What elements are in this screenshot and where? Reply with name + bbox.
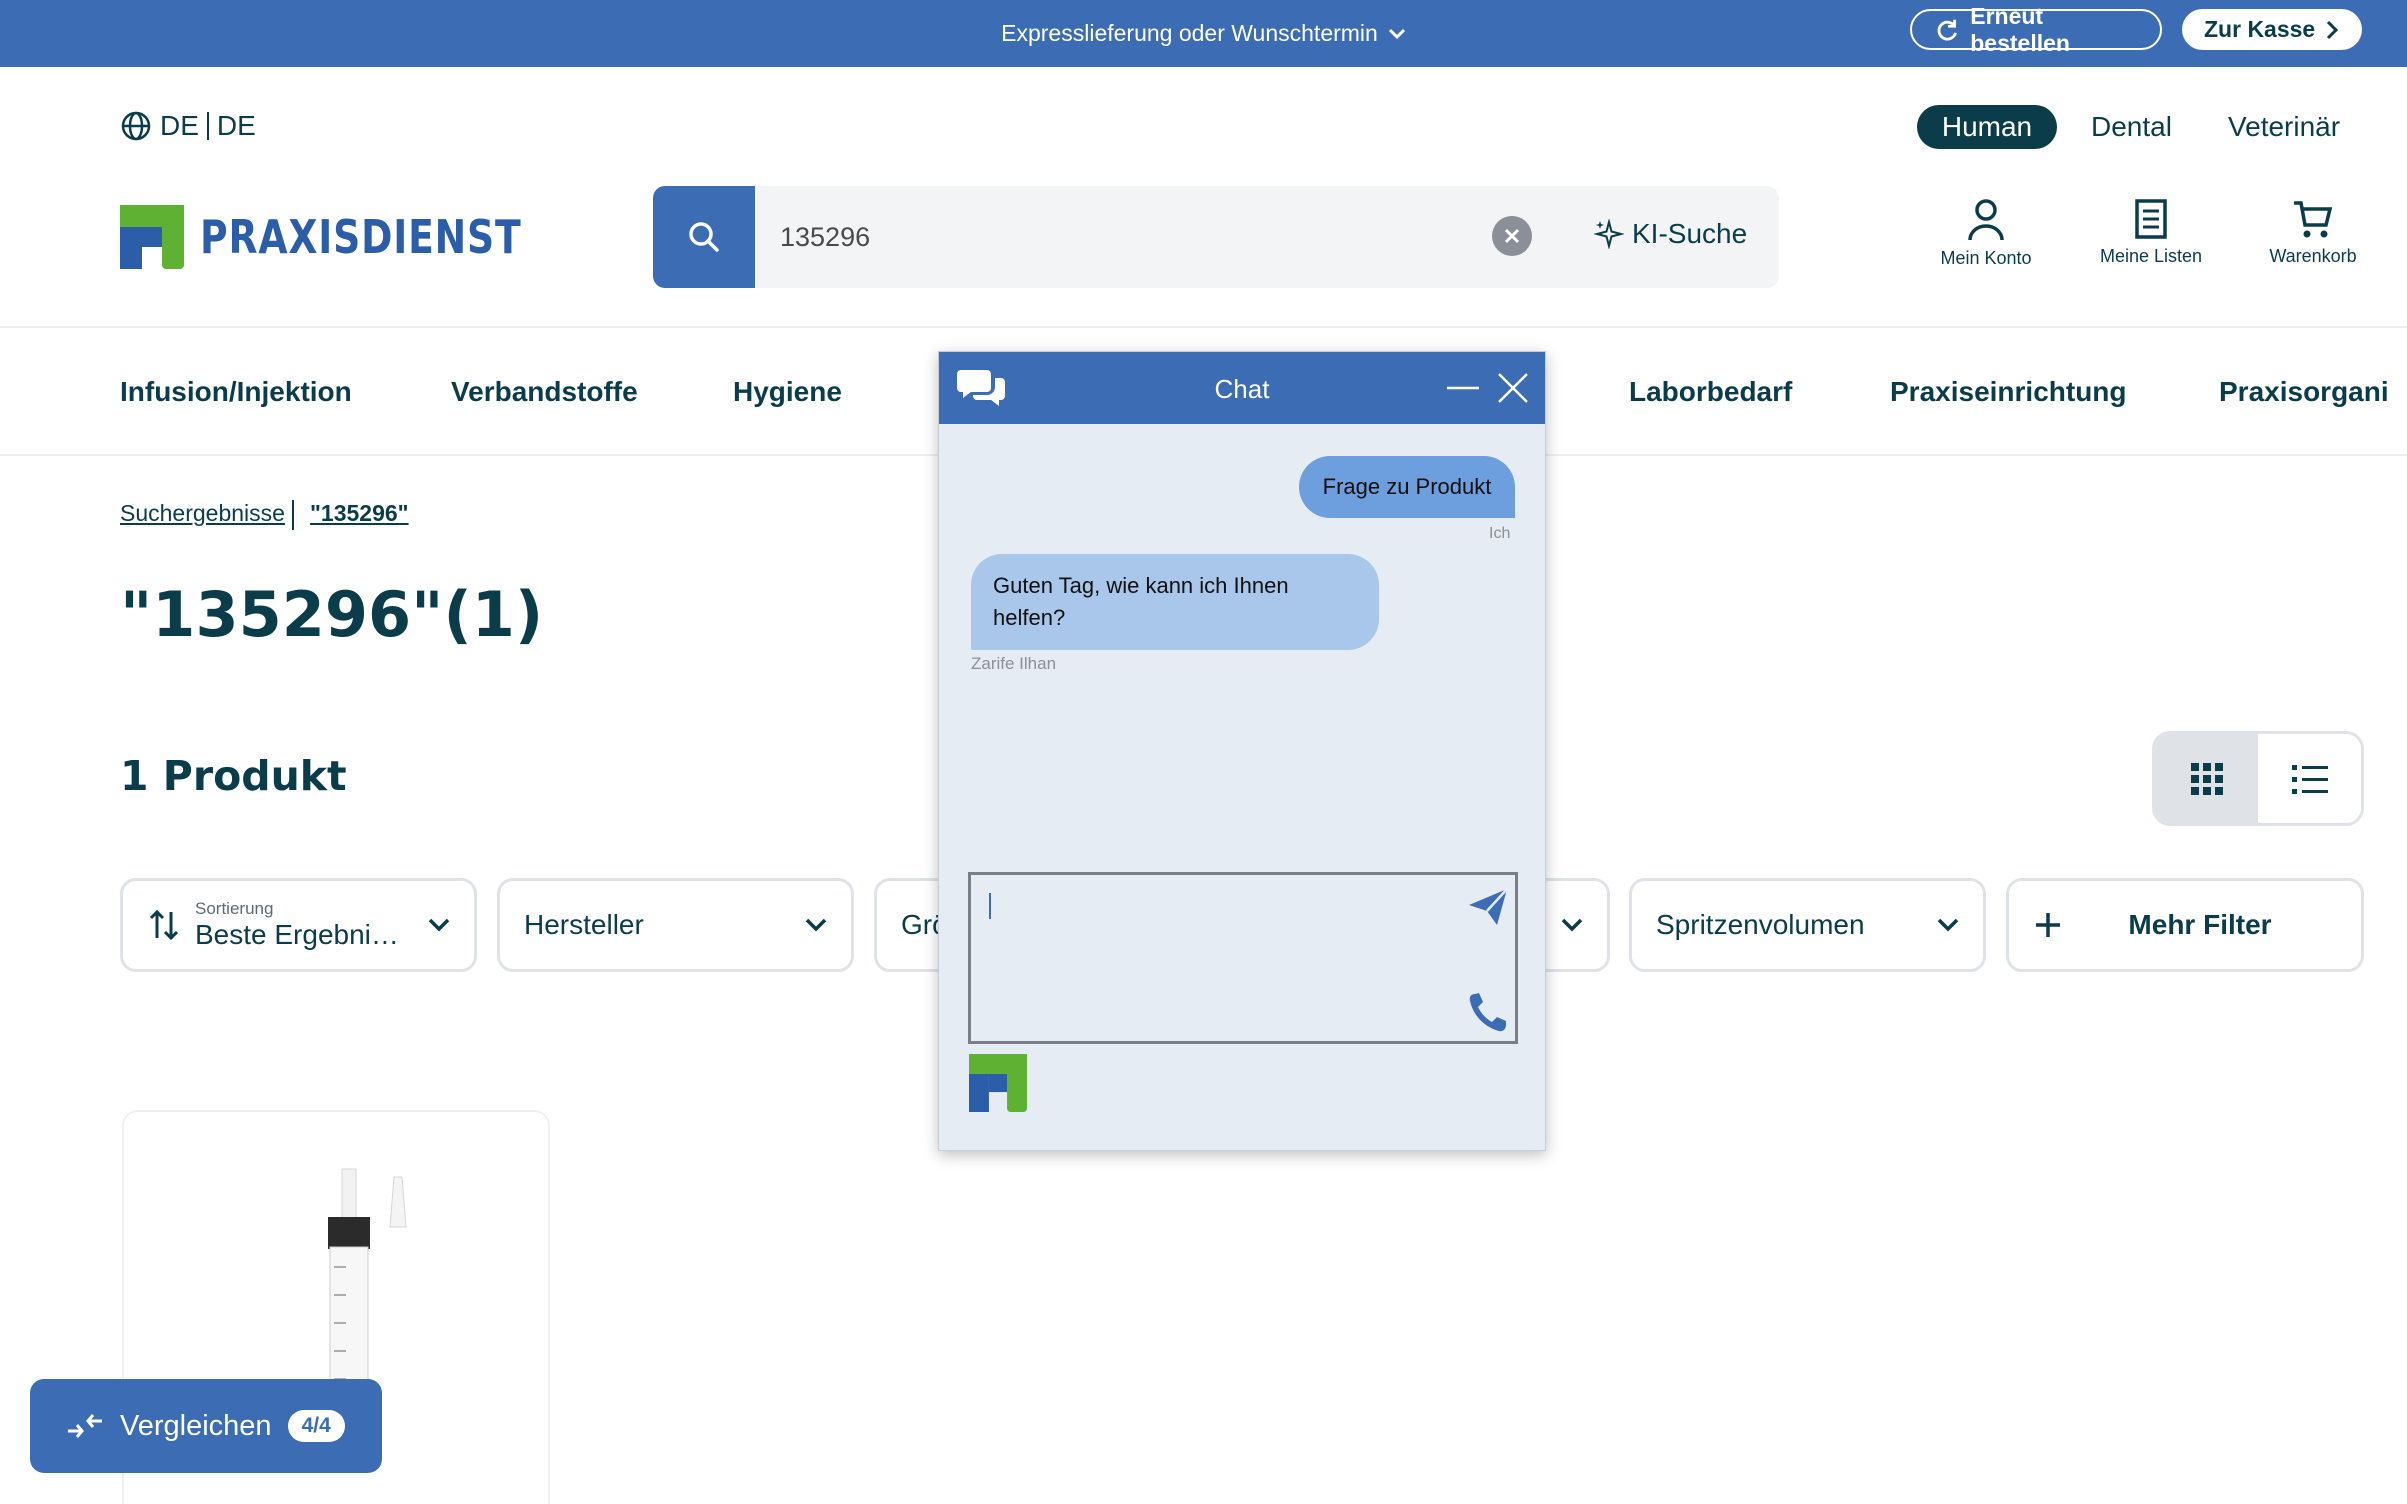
agent-message-sender: Zarife Ilhan (971, 654, 1057, 673)
search-button[interactable] (653, 186, 755, 288)
segment-human[interactable]: Human (1917, 105, 2057, 149)
segment-dental[interactable]: Dental (2091, 105, 2172, 149)
sort-value: Beste Ergebni… (195, 919, 399, 950)
chat-window: Chat Frage zu Produkt Ich Guten Tag, wie… (938, 351, 1546, 1151)
sort-labels: Sortierung Beste Ergebni… (195, 899, 428, 951)
user-message-sender: Ich (1489, 525, 1511, 542)
chevron-down-icon (1388, 28, 1405, 39)
search-input[interactable] (780, 206, 1460, 268)
category-praxiseinrichtung[interactable]: Praxiseinrichtung (1890, 376, 2127, 408)
more-filters-button[interactable]: Mehr Filter (2006, 878, 2364, 972)
manufacturer-label: Hersteller (524, 909, 644, 940)
sort-dropdown[interactable]: Sortierung Beste Ergebni… (120, 878, 477, 972)
compare-count-badge: 4/4 (287, 1410, 345, 1442)
clear-search-button[interactable] (1492, 216, 1532, 256)
chevron-down-icon (1561, 918, 1583, 932)
grid-view-button[interactable] (2155, 734, 2258, 823)
reorder-label: Erneut bestellen (1970, 2, 2070, 56)
language-code: DE (160, 110, 199, 141)
list-view-button[interactable] (2258, 734, 2361, 823)
breadcrumb-current[interactable]: "135296" (310, 500, 409, 527)
user-icon (1968, 199, 2004, 241)
page-title: "135296"(1) (120, 578, 544, 651)
minimize-icon[interactable] (1447, 386, 1479, 390)
category-praxisorganisation[interactable]: Praxisorgani (2219, 376, 2407, 408)
sort-caption: Sortierung (195, 899, 274, 918)
send-icon[interactable] (1467, 887, 1509, 927)
chat-message-input[interactable] (968, 872, 1518, 1044)
compare-arrows-icon (68, 1414, 102, 1438)
chevron-right-icon (2327, 20, 2339, 39)
chevron-down-icon (805, 918, 827, 932)
language-divider (206, 112, 209, 140)
category-infusion[interactable]: Infusion/Injektion (120, 376, 352, 408)
breadcrumb-search-results[interactable]: Suchergebnisse (120, 500, 285, 527)
category-hygiene[interactable]: Hygiene (733, 376, 842, 408)
language-selector[interactable]: DE DE (120, 110, 256, 142)
agent-message: Guten Tag, wie kann ich Ihnen helfen? (971, 554, 1379, 650)
syringe-volume-filter[interactable]: Spritzenvolumen (1629, 878, 1986, 972)
lists-button[interactable]: Meine Listen (2076, 198, 2226, 267)
lists-label: Meine Listen (2099, 246, 2203, 266)
user-message: Frage zu Produkt (1299, 456, 1515, 518)
category-verbandstoffe[interactable]: Verbandstoffe (451, 376, 638, 408)
delivery-text: Expresslieferung oder Wunschtermin (1001, 20, 1378, 46)
refresh-icon (1937, 19, 1957, 40)
search-icon (689, 222, 719, 252)
cart-label: Warenkorb (2269, 246, 2357, 266)
ai-search-button[interactable]: KI-Suche (1594, 218, 1747, 250)
list-document-icon (2135, 199, 2167, 239)
praxisdienst-logo-icon (969, 1054, 1027, 1112)
reorder-button[interactable]: Erneut bestellen (1910, 3, 2162, 56)
close-icon (1504, 228, 1520, 244)
checkout-button[interactable]: Zur Kasse (2182, 9, 2362, 50)
segment-veterinary[interactable]: Veterinär (2228, 105, 2340, 149)
account-label: Mein Konto (1940, 248, 2032, 268)
manufacturer-filter[interactable]: Hersteller (497, 878, 854, 972)
cart-icon (2294, 201, 2333, 238)
view-toggle (2152, 731, 2364, 826)
breadcrumb-divider (292, 500, 294, 530)
plus-icon (2036, 913, 2060, 937)
category-laborbedarf[interactable]: Laborbedarf (1629, 376, 1792, 408)
close-icon[interactable] (1497, 372, 1529, 404)
sparkle-icon (1594, 219, 1624, 249)
logo-text: PRAXISDIENST (200, 210, 522, 264)
list-icon (2291, 764, 2328, 794)
compare-label: Vergleichen (120, 1409, 272, 1442)
syringe-volume-label: Spritzenvolumen (1656, 909, 1865, 940)
globe-icon (121, 111, 151, 141)
sort-icon (149, 909, 179, 941)
logo-mark-icon (120, 205, 184, 269)
grid-icon (2190, 762, 2223, 795)
ai-search-label: KI-Suche (1632, 218, 1748, 249)
chevron-down-icon (428, 918, 450, 932)
cart-button[interactable]: Warenkorb (2238, 198, 2388, 267)
product-count: 1 Produkt (120, 752, 347, 800)
country-code: DE (216, 110, 256, 141)
text-caret (989, 893, 991, 919)
chevron-down-icon (1937, 918, 1959, 932)
chat-header: Chat (939, 352, 1545, 424)
praxisdienst-logo[interactable]: PRAXISDIENST (120, 205, 592, 269)
checkout-label: Zur Kasse (2204, 16, 2316, 42)
header-divider (0, 326, 2407, 328)
account-button[interactable]: Mein Konto (1911, 198, 2061, 269)
phone-icon[interactable] (1467, 991, 1509, 1033)
more-filters-label: Mehr Filter (2128, 909, 2272, 940)
compare-button[interactable]: Vergleichen 4/4 (30, 1379, 382, 1473)
